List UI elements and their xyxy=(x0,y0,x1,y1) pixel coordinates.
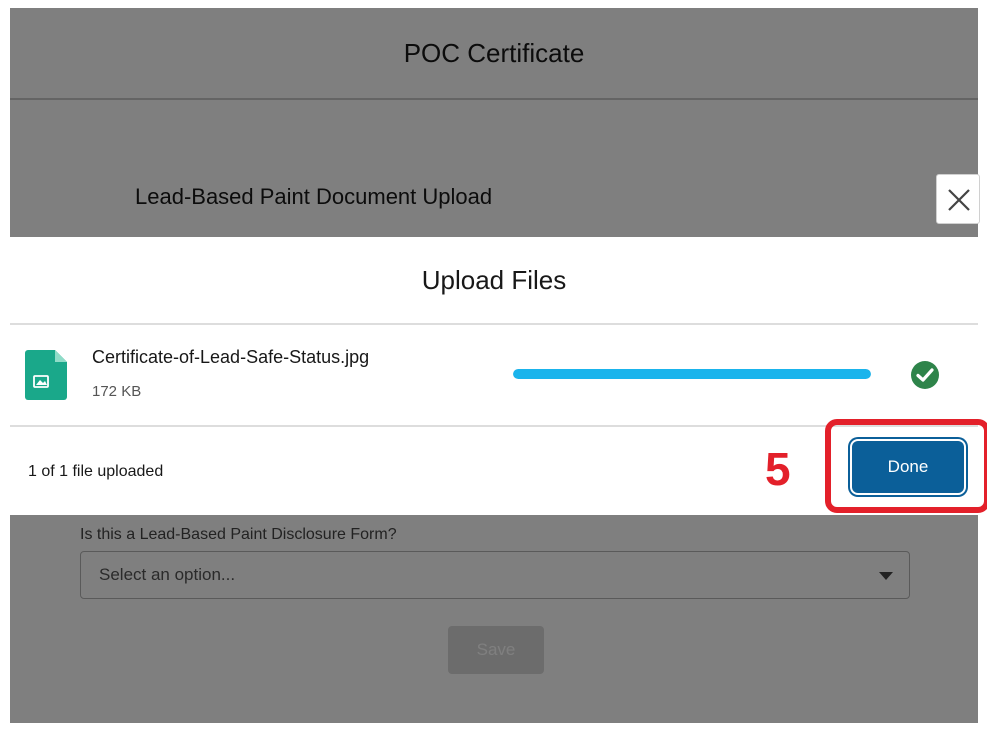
uploaded-file-row: Certificate-of-Lead-Safe-Status.jpg 172 … xyxy=(10,325,978,427)
upload-progress-bar xyxy=(513,369,871,379)
image-file-icon xyxy=(25,350,67,400)
file-name: Certificate-of-Lead-Safe-Status.jpg xyxy=(92,347,370,367)
upload-progress-fill xyxy=(513,369,871,379)
file-size: 172 KB xyxy=(92,383,142,400)
close-button[interactable] xyxy=(936,174,980,224)
success-check-icon xyxy=(911,361,939,389)
upload-status-text: 1 of 1 file uploaded xyxy=(28,463,164,480)
done-button[interactable]: Done xyxy=(852,441,964,493)
close-icon xyxy=(948,189,970,211)
step-number-annotation: 5 xyxy=(765,443,791,495)
modal-title: Upload Files xyxy=(10,237,978,325)
modal-footer: 1 of 1 file uploaded 5 Done xyxy=(10,419,987,515)
upload-files-modal: Upload Files Certificate-of-Lead-Safe-St… xyxy=(10,237,987,515)
